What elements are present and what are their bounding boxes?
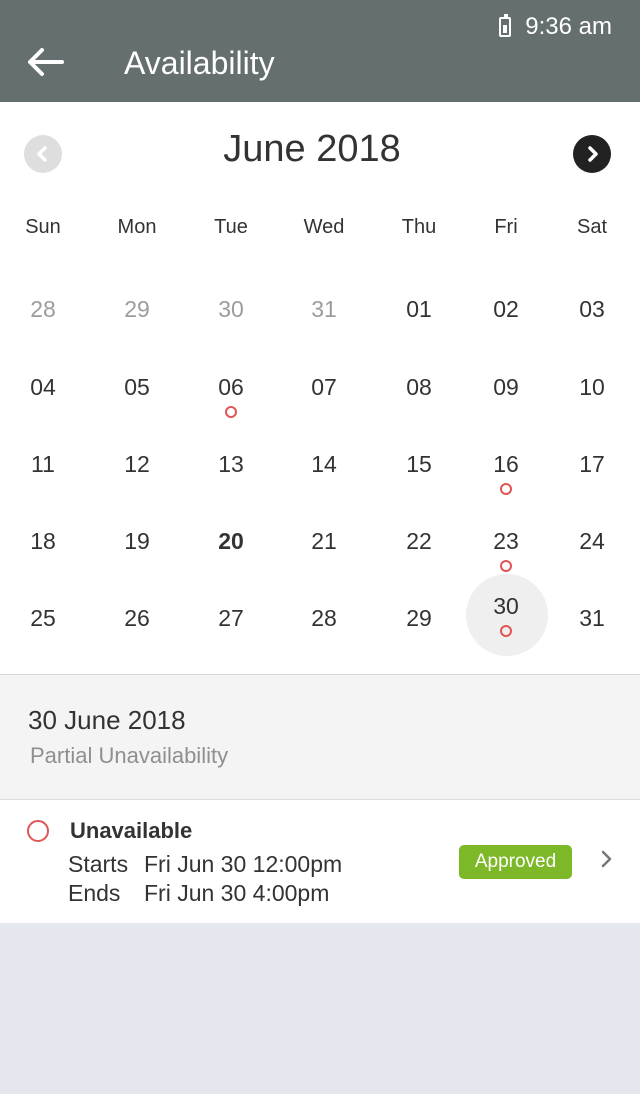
status-badge: Approved <box>459 845 572 879</box>
calendar-day[interactable]: 22 <box>379 528 459 598</box>
back-button[interactable] <box>22 42 68 82</box>
day-number: 17 <box>579 451 605 477</box>
calendar-day[interactable]: 01 <box>379 296 459 366</box>
day-number: 04 <box>30 374 56 400</box>
day-number: 30 <box>218 296 244 322</box>
calendar-day[interactable]: 15 <box>379 451 459 521</box>
day-number: 28 <box>311 605 337 631</box>
battery-icon <box>499 14 512 37</box>
calendar-day[interactable]: 23 <box>466 528 546 598</box>
day-number: 02 <box>493 296 519 322</box>
calendar-day[interactable]: 29 <box>97 296 177 366</box>
calendar-day-selected[interactable]: 30 <box>466 593 546 663</box>
starts-value: Fri Jun 30 12:00pm <box>144 851 343 877</box>
day-number: 01 <box>406 296 432 322</box>
day-number: 20 <box>218 528 244 554</box>
calendar-day[interactable]: 04 <box>3 374 83 444</box>
unavailable-ring-icon <box>27 820 49 842</box>
day-number: 18 <box>30 528 56 554</box>
calendar-day[interactable]: 02 <box>466 296 546 366</box>
day-number: 31 <box>311 296 337 322</box>
unavailability-dot <box>500 560 512 572</box>
event-start: Starts Fri Jun 30 12:00pm <box>68 851 342 878</box>
day-number: 21 <box>311 528 337 554</box>
calendar-day[interactable]: 09 <box>466 374 546 444</box>
calendar-day[interactable]: 28 <box>3 296 83 366</box>
calendar-day[interactable]: 21 <box>284 528 364 598</box>
calendar-day[interactable]: 27 <box>191 605 271 675</box>
calendar-day[interactable]: 17 <box>552 451 632 521</box>
app-bar: 9:36 am Availability <box>0 0 640 102</box>
day-grid: 28 29 30 31 01 02 03 04 05 06 07 08 09 10 11 12 13 14 15 16… <box>0 102 640 674</box>
unavailability-dot <box>225 406 237 418</box>
calendar-day[interactable]: 18 <box>3 528 83 598</box>
calendar-day[interactable]: 07 <box>284 374 364 444</box>
selected-date-title: 30 June 2018 <box>28 705 186 735</box>
calendar-day[interactable]: 12 <box>97 451 177 521</box>
day-number: 15 <box>406 451 432 477</box>
day-number: 26 <box>124 605 150 631</box>
day-detail-header: 30 June 2018 Partial Unavailability <box>0 675 640 800</box>
day-number: 16 <box>493 451 519 477</box>
day-number: 07 <box>311 374 337 400</box>
day-number: 09 <box>493 374 519 400</box>
calendar-day[interactable]: 29 <box>379 605 459 675</box>
calendar-day[interactable]: 30 <box>191 296 271 366</box>
calendar-day[interactable]: 31 <box>284 296 364 366</box>
day-number: 10 <box>579 374 605 400</box>
day-number: 08 <box>406 374 432 400</box>
unavailability-dot <box>500 483 512 495</box>
day-number: 29 <box>406 605 432 631</box>
calendar-day[interactable]: 10 <box>552 374 632 444</box>
ends-label: Ends <box>68 880 121 906</box>
calendar-day[interactable]: 13 <box>191 451 271 521</box>
availability-event-row[interactable]: Unavailable Starts Fri Jun 30 12:00pm End… <box>0 800 640 923</box>
calendar-day[interactable]: 25 <box>3 605 83 675</box>
calendar-day[interactable]: 06 <box>191 374 271 444</box>
chevron-right-icon <box>601 850 612 868</box>
day-number: 29 <box>124 296 150 322</box>
calendar-day[interactable]: 16 <box>466 451 546 521</box>
day-number: 27 <box>218 605 244 631</box>
day-number: 14 <box>311 451 337 477</box>
day-number: 19 <box>124 528 150 554</box>
calendar-day[interactable]: 24 <box>552 528 632 598</box>
ends-value: Fri Jun 30 4:00pm <box>144 880 330 906</box>
event-type: Unavailable <box>70 818 193 843</box>
day-number: 31 <box>579 605 605 631</box>
calendar-day[interactable]: 19 <box>97 528 177 598</box>
event-end: Ends Fri Jun 30 4:00pm <box>68 880 329 907</box>
status-time: 9:36 am <box>525 13 612 40</box>
day-number: 24 <box>579 528 605 554</box>
day-number: 13 <box>218 451 244 477</box>
day-number: 25 <box>30 605 56 631</box>
calendar-day[interactable]: 05 <box>97 374 177 444</box>
calendar-day[interactable]: 14 <box>284 451 364 521</box>
starts-label: Starts <box>68 851 129 877</box>
day-number: 23 <box>493 528 519 554</box>
calendar-day[interactable]: 26 <box>97 605 177 675</box>
day-number: 28 <box>30 296 56 322</box>
calendar-day[interactable]: 11 <box>3 451 83 521</box>
day-number: 12 <box>124 451 150 477</box>
day-number: 06 <box>218 374 244 400</box>
page-title: Availability <box>124 45 275 81</box>
availability-subtitle: Partial Unavailability <box>30 743 229 768</box>
calendar-day[interactable]: 03 <box>552 296 632 366</box>
day-number: 05 <box>124 374 150 400</box>
status-bar: 9:36 am <box>499 12 612 42</box>
day-number: 22 <box>406 528 432 554</box>
day-number: 03 <box>579 296 605 322</box>
calendar-day[interactable]: 28 <box>284 605 364 675</box>
unavailability-dot <box>500 625 512 637</box>
calendar-day[interactable]: 20 <box>191 528 271 598</box>
day-number: 11 <box>31 451 55 477</box>
calendar: June 2018 Sun Mon Tue Wed Thu Fri Sat 28… <box>0 102 640 675</box>
arrow-left-icon <box>28 48 64 76</box>
day-number: 30 <box>493 593 519 619</box>
calendar-day[interactable]: 08 <box>379 374 459 444</box>
calendar-day[interactable]: 31 <box>552 605 632 675</box>
